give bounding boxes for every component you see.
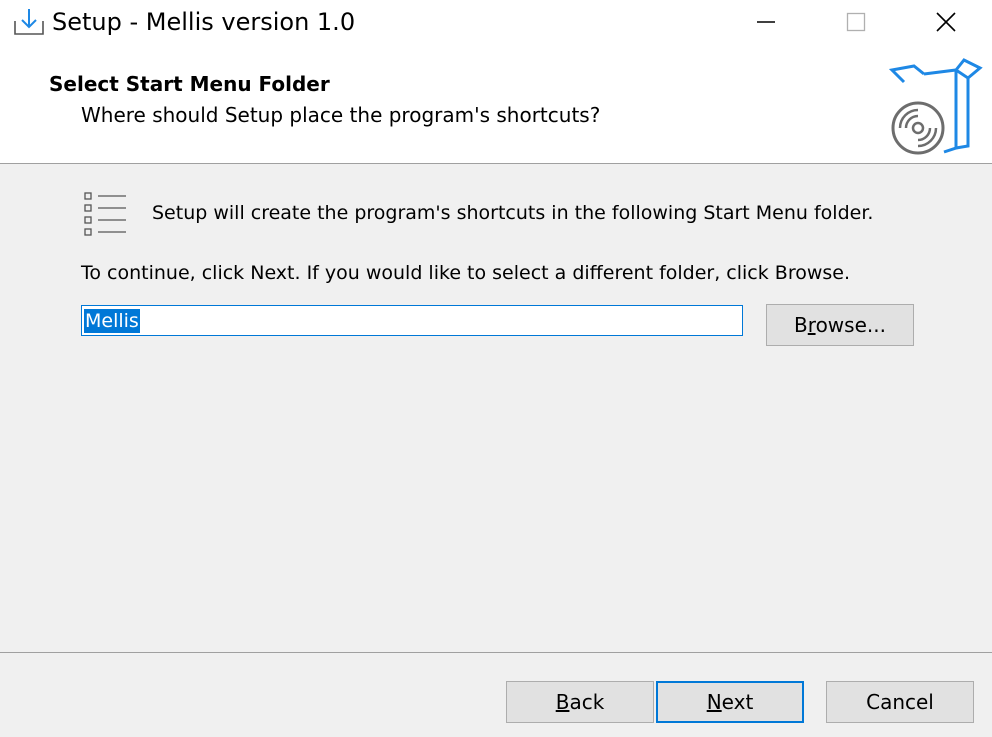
back-button[interactable]: Back — [506, 681, 654, 723]
next-button[interactable]: Next — [656, 681, 804, 723]
browse-button[interactable]: Browse... — [766, 304, 914, 346]
page-title: Select Start Menu Folder — [49, 72, 330, 96]
maximize-button[interactable] — [810, 0, 902, 44]
title-bar: Setup - Mellis version 1.0 — [0, 0, 992, 44]
wizard-header: Select Start Menu Folder Where should Se… — [0, 44, 992, 164]
back-label-suffix: ack — [569, 690, 605, 714]
minimize-button[interactable] — [720, 0, 812, 44]
page-subtitle: Where should Setup place the program's s… — [81, 103, 601, 127]
cancel-button[interactable]: Cancel — [826, 681, 974, 723]
next-label-suffix: ext — [721, 690, 754, 714]
close-icon — [936, 12, 956, 32]
setup-download-icon — [12, 7, 46, 37]
browse-label-suffix: owse... — [815, 313, 886, 337]
close-button[interactable] — [900, 0, 992, 44]
next-mnemonic: N — [706, 690, 722, 714]
browse-label-prefix: B — [794, 313, 808, 337]
window-title: Setup - Mellis version 1.0 — [52, 8, 356, 36]
intro-text: Setup will create the program's shortcut… — [152, 202, 874, 224]
start-menu-folder-input[interactable]: Mellis — [81, 305, 743, 336]
cancel-label: Cancel — [866, 690, 934, 714]
folder-list-icon — [84, 191, 128, 237]
footer-divider — [0, 652, 992, 653]
minimize-icon — [757, 21, 775, 23]
software-box-disc-icon — [884, 56, 984, 156]
instruction-text: To continue, click Next. If you would li… — [81, 262, 851, 284]
folder-input-selected-text: Mellis — [84, 309, 140, 333]
back-mnemonic: B — [555, 690, 570, 714]
maximize-icon — [846, 12, 866, 32]
browse-mnemonic: r — [807, 313, 816, 337]
